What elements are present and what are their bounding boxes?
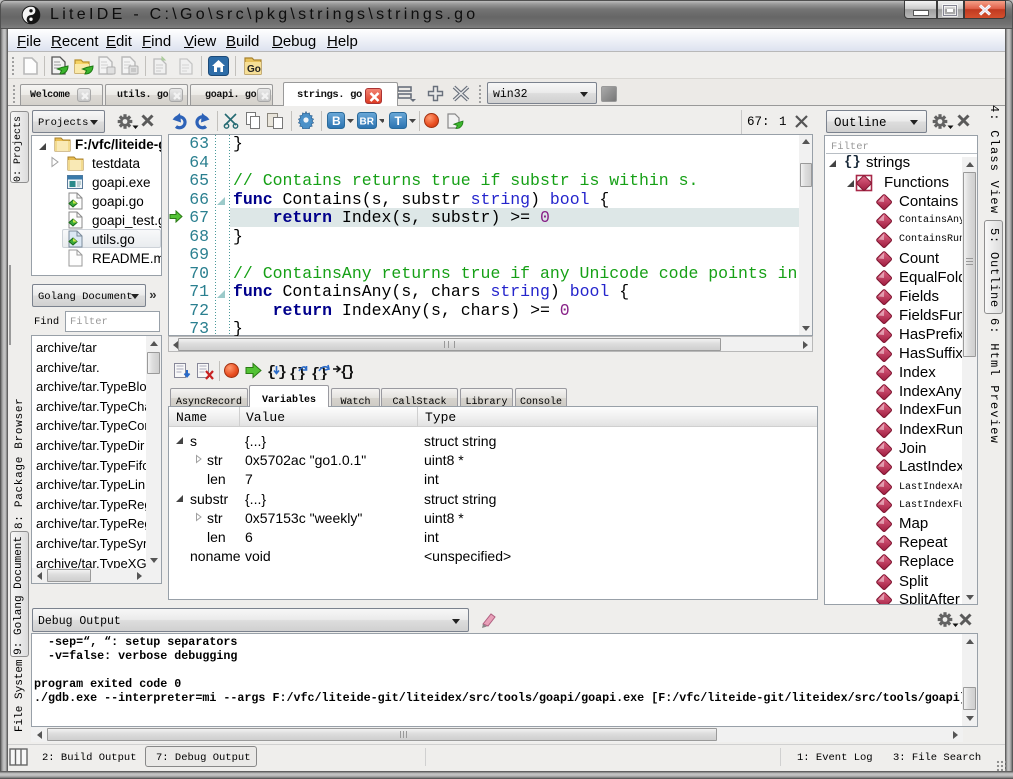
svg-text:B: B (332, 114, 341, 128)
svg-text:}: } (346, 364, 353, 380)
svg-text:BR: BR (360, 117, 375, 128)
svg-text:}: } (278, 364, 286, 380)
svg-text:T: T (395, 114, 403, 128)
svg-text:Go: Go (247, 64, 261, 75)
